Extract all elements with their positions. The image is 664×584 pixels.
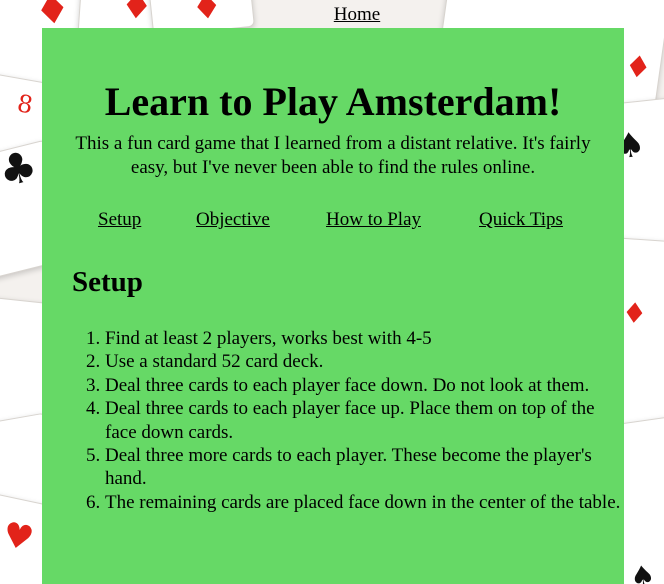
diamond-icon: ♦: [622, 48, 654, 87]
list-item: Find at least 2 players, works best with…: [105, 327, 625, 350]
nav-link-quick-tips[interactable]: Quick Tips: [479, 209, 563, 231]
card-index: 8: [15, 89, 35, 120]
spade-icon: ♠: [627, 558, 658, 584]
club-icon: ♣: [0, 140, 42, 197]
section-nav: Setup Objective How to Play Quick Tips: [42, 209, 624, 233]
nav-link-setup[interactable]: Setup: [98, 209, 141, 231]
diamond-icon: ♦: [620, 295, 649, 331]
nav-link-how-to-play[interactable]: How to Play: [326, 209, 421, 231]
content-panel: Learn to Play Amsterdam! This a fun card…: [42, 28, 624, 584]
page-title: Learn to Play Amsterdam!: [104, 79, 562, 124]
list-item: Deal three more cards to each player. Th…: [105, 444, 625, 491]
list-item: Deal three cards to each player face dow…: [105, 374, 625, 397]
list-item: Deal three cards to each player face up.…: [105, 397, 625, 444]
nav-link-objective[interactable]: Objective: [196, 209, 270, 231]
heart-icon: ♥: [0, 514, 38, 560]
list-item: Use a standard 52 card deck.: [105, 350, 625, 373]
setup-steps-list: Find at least 2 players, works best with…: [75, 327, 625, 514]
setup-heading: Setup: [72, 266, 143, 298]
list-item: The remaining cards are placed face down…: [105, 491, 625, 514]
home-link[interactable]: Home: [0, 4, 664, 26]
intro-text: This a fun card game that I learned from…: [75, 133, 591, 178]
